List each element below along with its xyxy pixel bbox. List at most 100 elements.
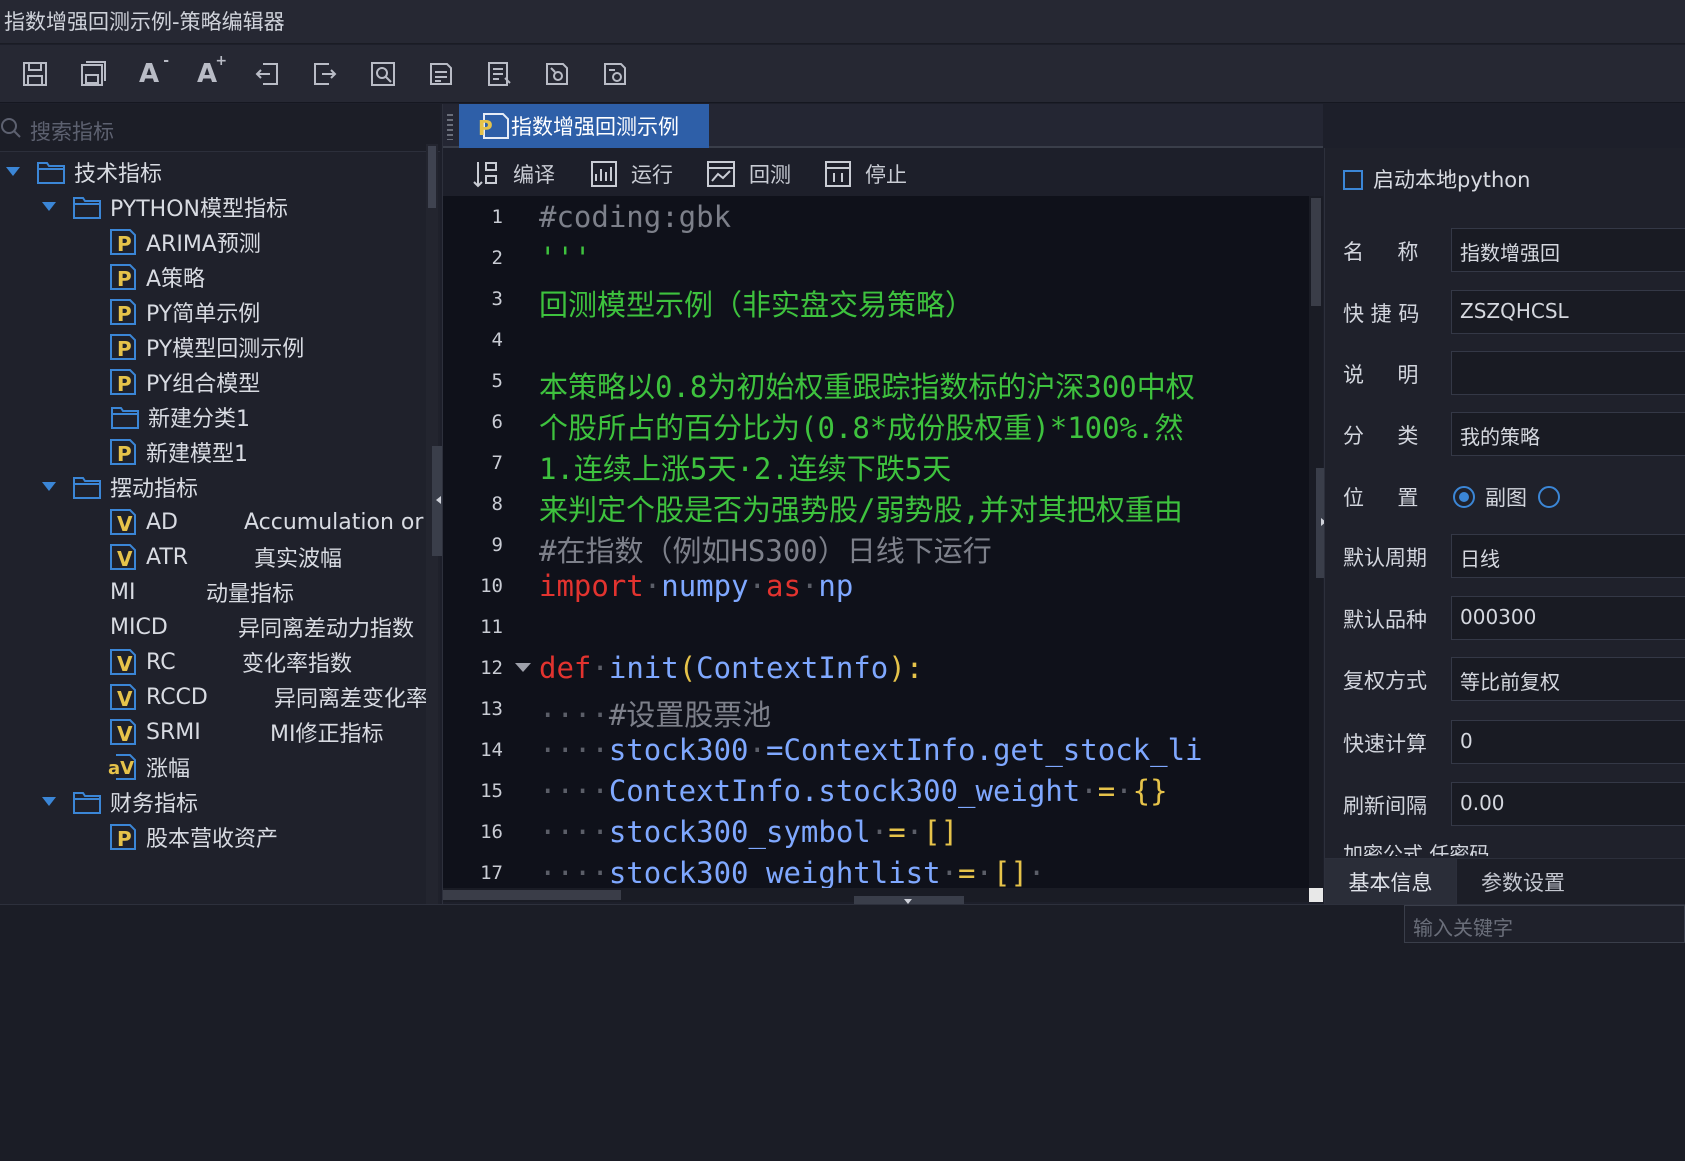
line-number: 8 — [491, 493, 503, 515]
tree-node-new-category[interactable]: 新建分类1 — [110, 399, 250, 435]
python-file-icon: P — [108, 822, 138, 852]
description-input[interactable] — [1451, 351, 1685, 395]
code-line-14: ····stock300·=ContextInfo.get_stock_li — [539, 733, 1203, 767]
position-subchart-radio[interactable] — [1453, 486, 1475, 508]
tree-item-equity[interactable]: P 股本营收资产 — [108, 819, 278, 855]
formula-file-icon: V — [108, 682, 138, 712]
tree-item-rise[interactable]: aV 涨幅 — [108, 749, 190, 785]
expand-arrow-icon[interactable] — [42, 482, 56, 492]
python-file-icon: P — [108, 332, 138, 362]
backtest-button[interactable]: 回测 — [707, 158, 791, 190]
python-file-icon: P — [108, 367, 138, 397]
local-python-checkbox[interactable] — [1343, 170, 1363, 190]
folder-icon — [37, 162, 65, 184]
field-name: 名 称 指数增强回 — [1343, 228, 1685, 272]
line-number: 12 — [480, 657, 503, 679]
field-default-period: 默认周期 日线 — [1343, 534, 1685, 578]
import-icon[interactable] — [252, 59, 282, 89]
fold-arrow-icon[interactable] — [515, 663, 531, 672]
tree-item-py-combo[interactable]: P PY组合模型 — [108, 364, 260, 400]
output-area: 输入关键字 — [0, 904, 1685, 1161]
tree-item-micd[interactable]: MICD 异同离差动力指数 — [110, 609, 426, 645]
tree-node-python[interactable]: PYTHON模型指标 — [42, 189, 288, 225]
field-shortcut: 快 捷 码 ZSZQHCSL — [1343, 290, 1685, 334]
tree-item-a-strategy[interactable]: P A策略 — [108, 259, 205, 295]
field-refresh-interval: 刷新间隔 0.00 — [1343, 782, 1685, 826]
indicator-search[interactable]: 搜索指标 — [0, 104, 440, 152]
tree-item-rccd[interactable]: V RCCD 异同离差变化率 — [108, 679, 426, 715]
python-file-icon: P — [108, 297, 138, 327]
tree-node-swing[interactable]: 摆动指标 — [42, 469, 198, 505]
tree-item-new-model[interactable]: P 新建模型1 — [108, 434, 248, 470]
keyword-search-input[interactable]: 输入关键字 — [1404, 905, 1685, 943]
fast-calc-input[interactable]: 0 — [1451, 720, 1685, 764]
tab-param-settings[interactable]: 参数设置 — [1457, 859, 1685, 905]
folder-icon — [73, 792, 101, 814]
code-line-5: 本策略以0.8为初始权重跟踪指数标的沪深300中权 — [539, 370, 1195, 404]
tab-editor-file[interactable]: P 指数增强回测示例 — [459, 104, 709, 148]
tree-item-mi[interactable]: MI 动量指标 — [110, 574, 426, 610]
font-increase-icon[interactable]: A + — [192, 53, 227, 89]
code-text-area[interactable]: 1 2 3 4 5 6 7 8 9 10 11 12 13 14 15 16 1… — [443, 196, 1309, 888]
run-button[interactable]: 运行 — [591, 158, 673, 190]
tree-item-py-backtest[interactable]: P PY模型回测示例 — [108, 329, 304, 365]
field-fast-calc: 快速计算 0 — [1343, 720, 1685, 764]
font-decrease-icon[interactable]: A- — [134, 53, 169, 89]
line-number: 14 — [480, 739, 503, 761]
settings-b-icon[interactable] — [600, 59, 630, 89]
folder-icon — [73, 477, 101, 499]
category-select[interactable]: 我的策略 — [1451, 412, 1685, 456]
code-line-1: #coding:gbk — [539, 200, 732, 234]
save-all-icon[interactable] — [78, 59, 108, 89]
tree-item-srmi[interactable]: V SRMI MI修正指标 — [108, 714, 426, 750]
export-icon[interactable] — [310, 59, 340, 89]
formula-file-icon: V — [108, 507, 138, 537]
settings-a-icon[interactable] — [542, 59, 572, 89]
tree-node-technical[interactable]: 技术指标 — [6, 154, 162, 190]
python-file-icon: P — [108, 437, 138, 467]
title-bar: 指数增强回测示例-策略编辑器 — [0, 0, 1685, 44]
refresh-input[interactable]: 0.00 — [1451, 782, 1685, 826]
scroll-thumb[interactable] — [428, 146, 436, 208]
expand-arrow-icon[interactable] — [42, 797, 56, 807]
encrypt-row-partial[interactable]: 加密公式 任密码 — [1343, 838, 1489, 856]
line-number: 17 — [480, 862, 503, 884]
formula-file-icon: V — [108, 717, 138, 747]
adjust-select[interactable]: 等比前复权 — [1451, 657, 1685, 701]
search-icon[interactable] — [368, 59, 398, 89]
compile-button[interactable]: 编译 — [473, 158, 555, 190]
tab-basic-info[interactable]: 基本信息 — [1325, 859, 1457, 905]
formula-file-icon: aV — [108, 752, 138, 782]
format-icon[interactable] — [426, 59, 456, 89]
code-line-10: import·numpy·as·np — [539, 569, 854, 603]
tree-item-atr[interactable]: V ATR 真实波幅 — [108, 539, 426, 575]
tree-item-arima[interactable]: P ARIMA预测 — [108, 224, 261, 260]
tree-item-py-simple[interactable]: P PY简单示例 — [108, 294, 260, 330]
save-icon[interactable] — [20, 59, 50, 89]
local-python-label: 启动本地python — [1373, 168, 1531, 192]
expand-arrow-icon[interactable] — [6, 167, 20, 177]
stop-button[interactable]: 停止 — [825, 158, 907, 190]
shortcut-input[interactable]: ZSZQHCSL — [1451, 290, 1685, 334]
line-number: 3 — [491, 288, 503, 310]
line-number: 4 — [491, 329, 503, 351]
tree-item-rc[interactable]: V RC 变化率指数 — [108, 644, 426, 680]
editor-tabbar: P 指数增强回测示例 — [443, 104, 1323, 148]
scroll-thumb[interactable] — [443, 890, 621, 900]
name-input[interactable]: 指数增强回 — [1451, 228, 1685, 272]
compile-icon — [473, 162, 497, 188]
search-icon — [1, 118, 21, 138]
drag-grip-icon[interactable] — [447, 114, 453, 140]
period-select[interactable]: 日线 — [1451, 534, 1685, 578]
field-category: 分 类 我的策略 — [1343, 412, 1685, 456]
symbol-input[interactable]: 000300 — [1451, 596, 1685, 640]
list-icon[interactable] — [484, 59, 514, 89]
position-main-radio[interactable] — [1538, 486, 1560, 508]
code-line-12: def·init(ContextInfo): — [539, 651, 924, 685]
line-number: 7 — [491, 452, 503, 474]
folder-icon — [111, 407, 139, 429]
expand-arrow-icon[interactable] — [42, 202, 56, 212]
tree-item-ad[interactable]: V AD Accumulation or — [108, 504, 426, 540]
scroll-thumb[interactable] — [1311, 198, 1321, 306]
tree-node-finance[interactable]: 财务指标 — [42, 784, 198, 820]
